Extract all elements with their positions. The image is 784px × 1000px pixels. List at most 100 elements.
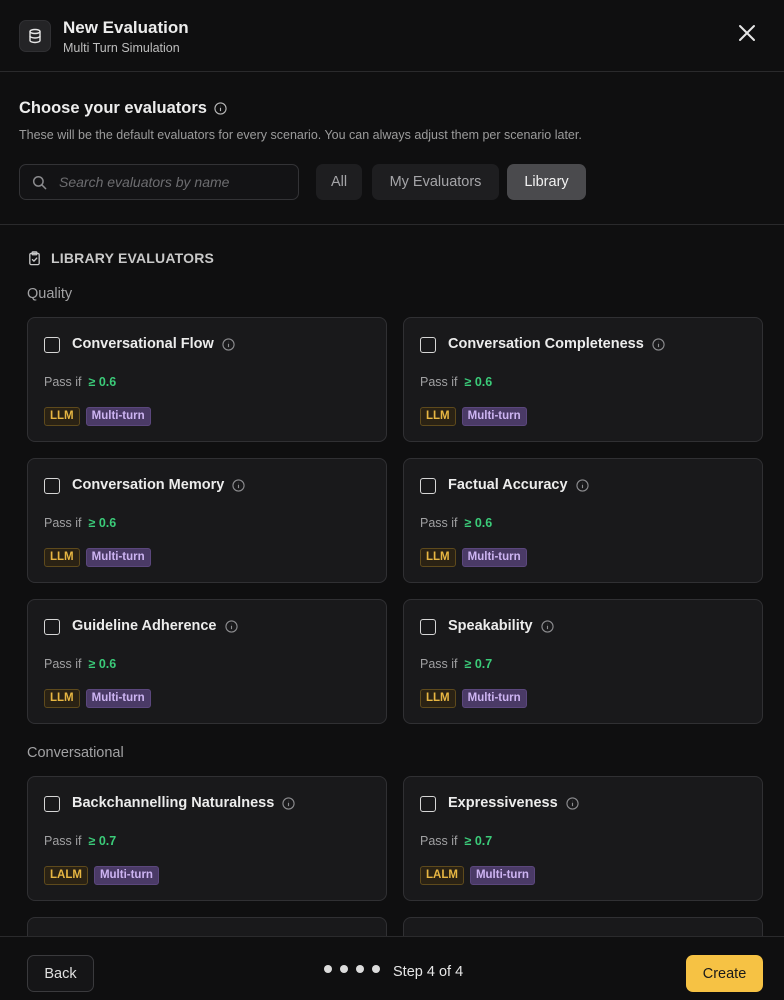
- back-button[interactable]: Back: [27, 955, 94, 992]
- evaluator-name: Speakability: [448, 618, 554, 634]
- evaluator-name: Expressiveness: [448, 795, 579, 811]
- evaluator-checkbox[interactable]: [44, 337, 60, 353]
- tag-model: LLM: [420, 407, 456, 426]
- evaluator-name-text: Conversation Memory: [72, 477, 225, 493]
- pass-label: Pass if: [44, 516, 82, 530]
- tag-turn-type: Multi-turn: [85, 407, 151, 426]
- pass-criteria: Pass if ≥ 0.7: [420, 834, 492, 848]
- pass-threshold: ≥ 0.6: [464, 516, 493, 530]
- evaluator-checkbox[interactable]: [44, 478, 60, 494]
- evaluator-name-text: Expressiveness: [448, 795, 558, 811]
- evaluator-list[interactable]: LIBRARY EVALUATORS Quality Conversationa…: [0, 226, 784, 936]
- evaluator-card-partial[interactable]: [27, 917, 387, 936]
- tag-list: LLM Multi-turn: [420, 548, 527, 567]
- modal-footer: Back Step 4 of 4 Create: [0, 936, 784, 1000]
- pass-threshold: ≥ 0.7: [464, 657, 493, 671]
- evaluator-name: Backchannelling Naturalness: [72, 795, 295, 811]
- evaluator-card-guideline-adherence[interactable]: Guideline Adherence Pass if ≥ 0.6 LLM Mul…: [27, 599, 387, 724]
- evaluator-card-speakability[interactable]: Speakability Pass if ≥ 0.7 LLM Multi-turn: [403, 599, 763, 724]
- close-button[interactable]: [736, 22, 758, 44]
- step-dot: [372, 965, 380, 973]
- pass-criteria: Pass if ≥ 0.6: [44, 516, 116, 530]
- tag-turn-type: Multi-turn: [93, 866, 159, 885]
- evaluator-name: Conversation Memory: [72, 477, 245, 493]
- close-icon: [739, 25, 755, 41]
- evaluator-name: Conversational Flow: [72, 336, 235, 352]
- tag-list: LALM Multi-turn: [420, 866, 535, 885]
- search-box[interactable]: [19, 164, 299, 200]
- chooser-title: Choose your evaluators: [19, 99, 227, 118]
- evaluator-name-text: Backchannelling Naturalness: [72, 795, 275, 811]
- evaluator-card-partial[interactable]: [403, 917, 763, 936]
- tag-model: LLM: [44, 689, 80, 708]
- info-icon[interactable]: [222, 337, 235, 351]
- info-icon[interactable]: [566, 796, 579, 810]
- tag-list: LLM Multi-turn: [44, 548, 151, 567]
- library-heading-text: LIBRARY EVALUATORS: [51, 250, 215, 266]
- tag-turn-type: Multi-turn: [461, 548, 527, 567]
- group-label-conversational: Conversational: [27, 745, 124, 761]
- evaluator-card-conversation-completeness[interactable]: Conversation Completeness Pass if ≥ 0.6 L…: [403, 317, 763, 442]
- evaluator-checkbox[interactable]: [44, 619, 60, 635]
- search-icon: [32, 175, 47, 189]
- filter-my-evaluators[interactable]: My Evaluators: [372, 164, 499, 200]
- search-input[interactable]: [59, 174, 279, 190]
- evaluator-name-text: Conversational Flow: [72, 336, 214, 352]
- evaluator-name-text: Guideline Adherence: [72, 618, 217, 634]
- tag-model: LALM: [420, 866, 464, 885]
- tag-list: LALM Multi-turn: [44, 866, 159, 885]
- evaluator-name-text: Conversation Completeness: [448, 336, 644, 352]
- pass-label: Pass if: [44, 657, 82, 671]
- pass-threshold: ≥ 0.6: [88, 516, 117, 530]
- chooser-description: These will be the default evaluators for…: [19, 128, 582, 142]
- evaluator-card-factual-accuracy[interactable]: Factual Accuracy Pass if ≥ 0.6 LLM Multi-…: [403, 458, 763, 583]
- evaluator-name-text: Factual Accuracy: [448, 477, 568, 493]
- evaluator-card-conversation-memory[interactable]: Conversation Memory Pass if ≥ 0.6 LLM Mul…: [27, 458, 387, 583]
- modal-subtitle: Multi Turn Simulation: [63, 40, 180, 55]
- pass-threshold: ≥ 0.7: [88, 834, 117, 848]
- tag-turn-type: Multi-turn: [461, 689, 527, 708]
- evaluator-chooser: Choose your evaluators These will be the…: [0, 72, 784, 225]
- info-icon[interactable]: [575, 478, 589, 492]
- info-icon[interactable]: [540, 619, 554, 633]
- pass-criteria: Pass if ≥ 0.6: [420, 375, 492, 389]
- tag-turn-type: Multi-turn: [85, 548, 151, 567]
- group-label-quality: Quality: [27, 286, 73, 302]
- info-icon[interactable]: [214, 102, 227, 115]
- evaluator-card-expressiveness[interactable]: Expressiveness Pass if ≥ 0.7 LALM Multi-t…: [403, 776, 763, 901]
- pass-label: Pass if: [420, 834, 458, 848]
- evaluator-name-text: Speakability: [448, 618, 533, 634]
- tag-list: LLM Multi-turn: [44, 407, 151, 426]
- modal-header: New Evaluation Multi Turn Simulation: [0, 0, 784, 72]
- pass-criteria: Pass if ≥ 0.6: [420, 516, 492, 530]
- pass-criteria: Pass if ≥ 0.6: [44, 375, 116, 389]
- evaluator-checkbox[interactable]: [420, 619, 436, 635]
- tag-model: LLM: [420, 548, 456, 567]
- database-icon: [19, 19, 51, 52]
- pass-threshold: ≥ 0.6: [88, 657, 117, 671]
- evaluator-checkbox[interactable]: [420, 478, 436, 494]
- info-icon[interactable]: [282, 796, 295, 810]
- info-icon[interactable]: [224, 619, 238, 633]
- info-icon[interactable]: [652, 337, 665, 351]
- tag-turn-type: Multi-turn: [85, 689, 151, 708]
- evaluator-checkbox[interactable]: [420, 337, 436, 353]
- create-button[interactable]: Create: [686, 955, 763, 992]
- pass-criteria: Pass if ≥ 0.6: [44, 657, 116, 671]
- evaluator-card-backchannelling-naturalness[interactable]: Backchannelling Naturalness Pass if ≥ 0.7…: [27, 776, 387, 901]
- tag-list: LLM Multi-turn: [44, 689, 151, 708]
- step-dot: [340, 965, 348, 973]
- evaluator-checkbox[interactable]: [44, 796, 60, 812]
- info-icon[interactable]: [232, 478, 245, 492]
- pass-label: Pass if: [420, 516, 458, 530]
- step-indicator: [324, 965, 380, 973]
- filter-all[interactable]: All: [316, 164, 362, 200]
- filter-library[interactable]: Library: [507, 164, 586, 200]
- tag-turn-type: Multi-turn: [461, 407, 527, 426]
- step-dot: [356, 965, 364, 973]
- evaluator-card-conversational-flow[interactable]: Conversational Flow Pass if ≥ 0.6 LLM Mul…: [27, 317, 387, 442]
- clipboard-check-icon: [29, 250, 40, 265]
- evaluator-checkbox[interactable]: [420, 796, 436, 812]
- tag-model: LLM: [44, 407, 80, 426]
- tag-turn-type: Multi-turn: [469, 866, 535, 885]
